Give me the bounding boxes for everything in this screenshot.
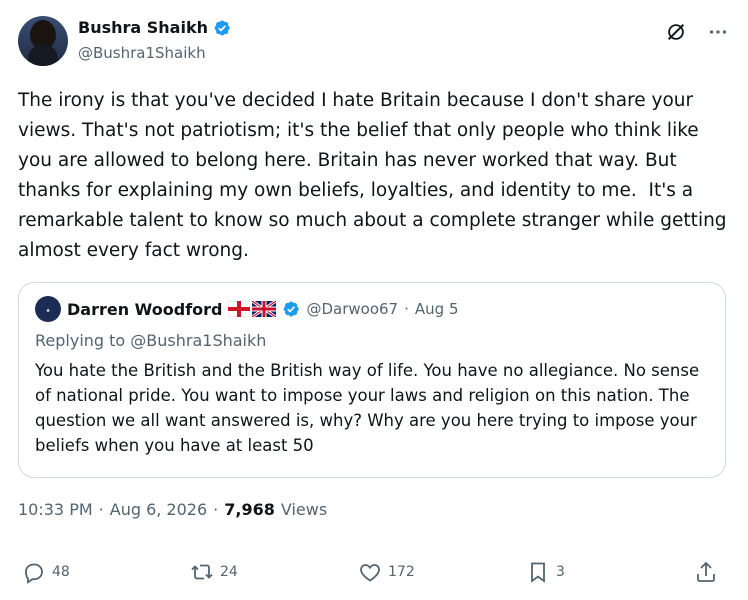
share-button[interactable] bbox=[694, 560, 718, 584]
tweet-header: Bushra Shaikh @Bushra1Shaikh bbox=[18, 16, 730, 68]
retweet-count: 24 bbox=[220, 564, 238, 580]
meta-separator: · bbox=[213, 500, 219, 519]
bookmark-button[interactable]: 3 bbox=[526, 560, 565, 584]
views-label: Views bbox=[280, 500, 328, 519]
quoted-author-handle: @Darwoo67 bbox=[306, 300, 399, 318]
retweet-icon bbox=[191, 564, 213, 580]
quoted-tweet-header: ▲ Darren Woodford @Darwoo67 · Aug 5 bbox=[35, 296, 709, 322]
views-count: 7,968 bbox=[224, 500, 275, 519]
reply-button[interactable]: 48 bbox=[22, 560, 70, 584]
england-flag-icon bbox=[228, 301, 251, 317]
author-name-row: Bushra Shaikh bbox=[78, 18, 231, 37]
quoted-author-flags bbox=[228, 301, 277, 317]
quoted-tweet-text: You hate the British and the British way… bbox=[35, 361, 700, 455]
tweet-top-actions bbox=[664, 20, 730, 44]
grok-icon[interactable] bbox=[664, 20, 688, 44]
author-handle[interactable]: @Bushra1Shaikh bbox=[78, 44, 206, 62]
tweet-meta: 10:33 PM · Aug 6, 2026 · 7,968 Views bbox=[18, 500, 327, 519]
bookmark-icon bbox=[531, 562, 545, 583]
like-count: 172 bbox=[388, 564, 415, 580]
quoted-author-display-name: Darren Woodford bbox=[67, 299, 223, 319]
tweet-text: The irony is that you've decided I hate … bbox=[18, 90, 733, 261]
tweet-date[interactable]: Aug 6, 2026 bbox=[110, 500, 207, 519]
author-avatar[interactable] bbox=[18, 16, 68, 66]
tweet-time[interactable]: 10:33 PM bbox=[18, 500, 93, 519]
like-button[interactable]: 172 bbox=[358, 560, 415, 584]
more-icon[interactable] bbox=[706, 20, 730, 44]
bookmark-count: 3 bbox=[556, 564, 565, 580]
union-jack-icon bbox=[252, 301, 277, 317]
quoted-author-avatar: ▲ bbox=[35, 296, 61, 322]
tweet-actions-bar: 48 24 172 3 bbox=[22, 560, 722, 590]
retweet-button[interactable]: 24 bbox=[190, 560, 238, 584]
quoted-separator: · bbox=[404, 300, 409, 318]
quoted-avatar-logo: ▲ bbox=[46, 306, 50, 312]
author-display-name[interactable]: Bushra Shaikh bbox=[78, 18, 208, 37]
meta-separator: · bbox=[98, 500, 104, 519]
quoted-tweet[interactable]: ▲ Darren Woodford @Darwoo67 · Aug 5 Repl… bbox=[18, 282, 726, 478]
reply-icon bbox=[25, 563, 43, 584]
replying-to: Replying to @Bushra1Shaikh bbox=[35, 331, 267, 350]
quoted-verified-badge-icon bbox=[284, 301, 300, 317]
verified-badge-icon bbox=[214, 19, 230, 36]
like-icon bbox=[360, 564, 380, 582]
share-icon bbox=[697, 561, 715, 582]
reply-count: 48 bbox=[52, 564, 70, 580]
quoted-date: Aug 5 bbox=[414, 300, 459, 318]
